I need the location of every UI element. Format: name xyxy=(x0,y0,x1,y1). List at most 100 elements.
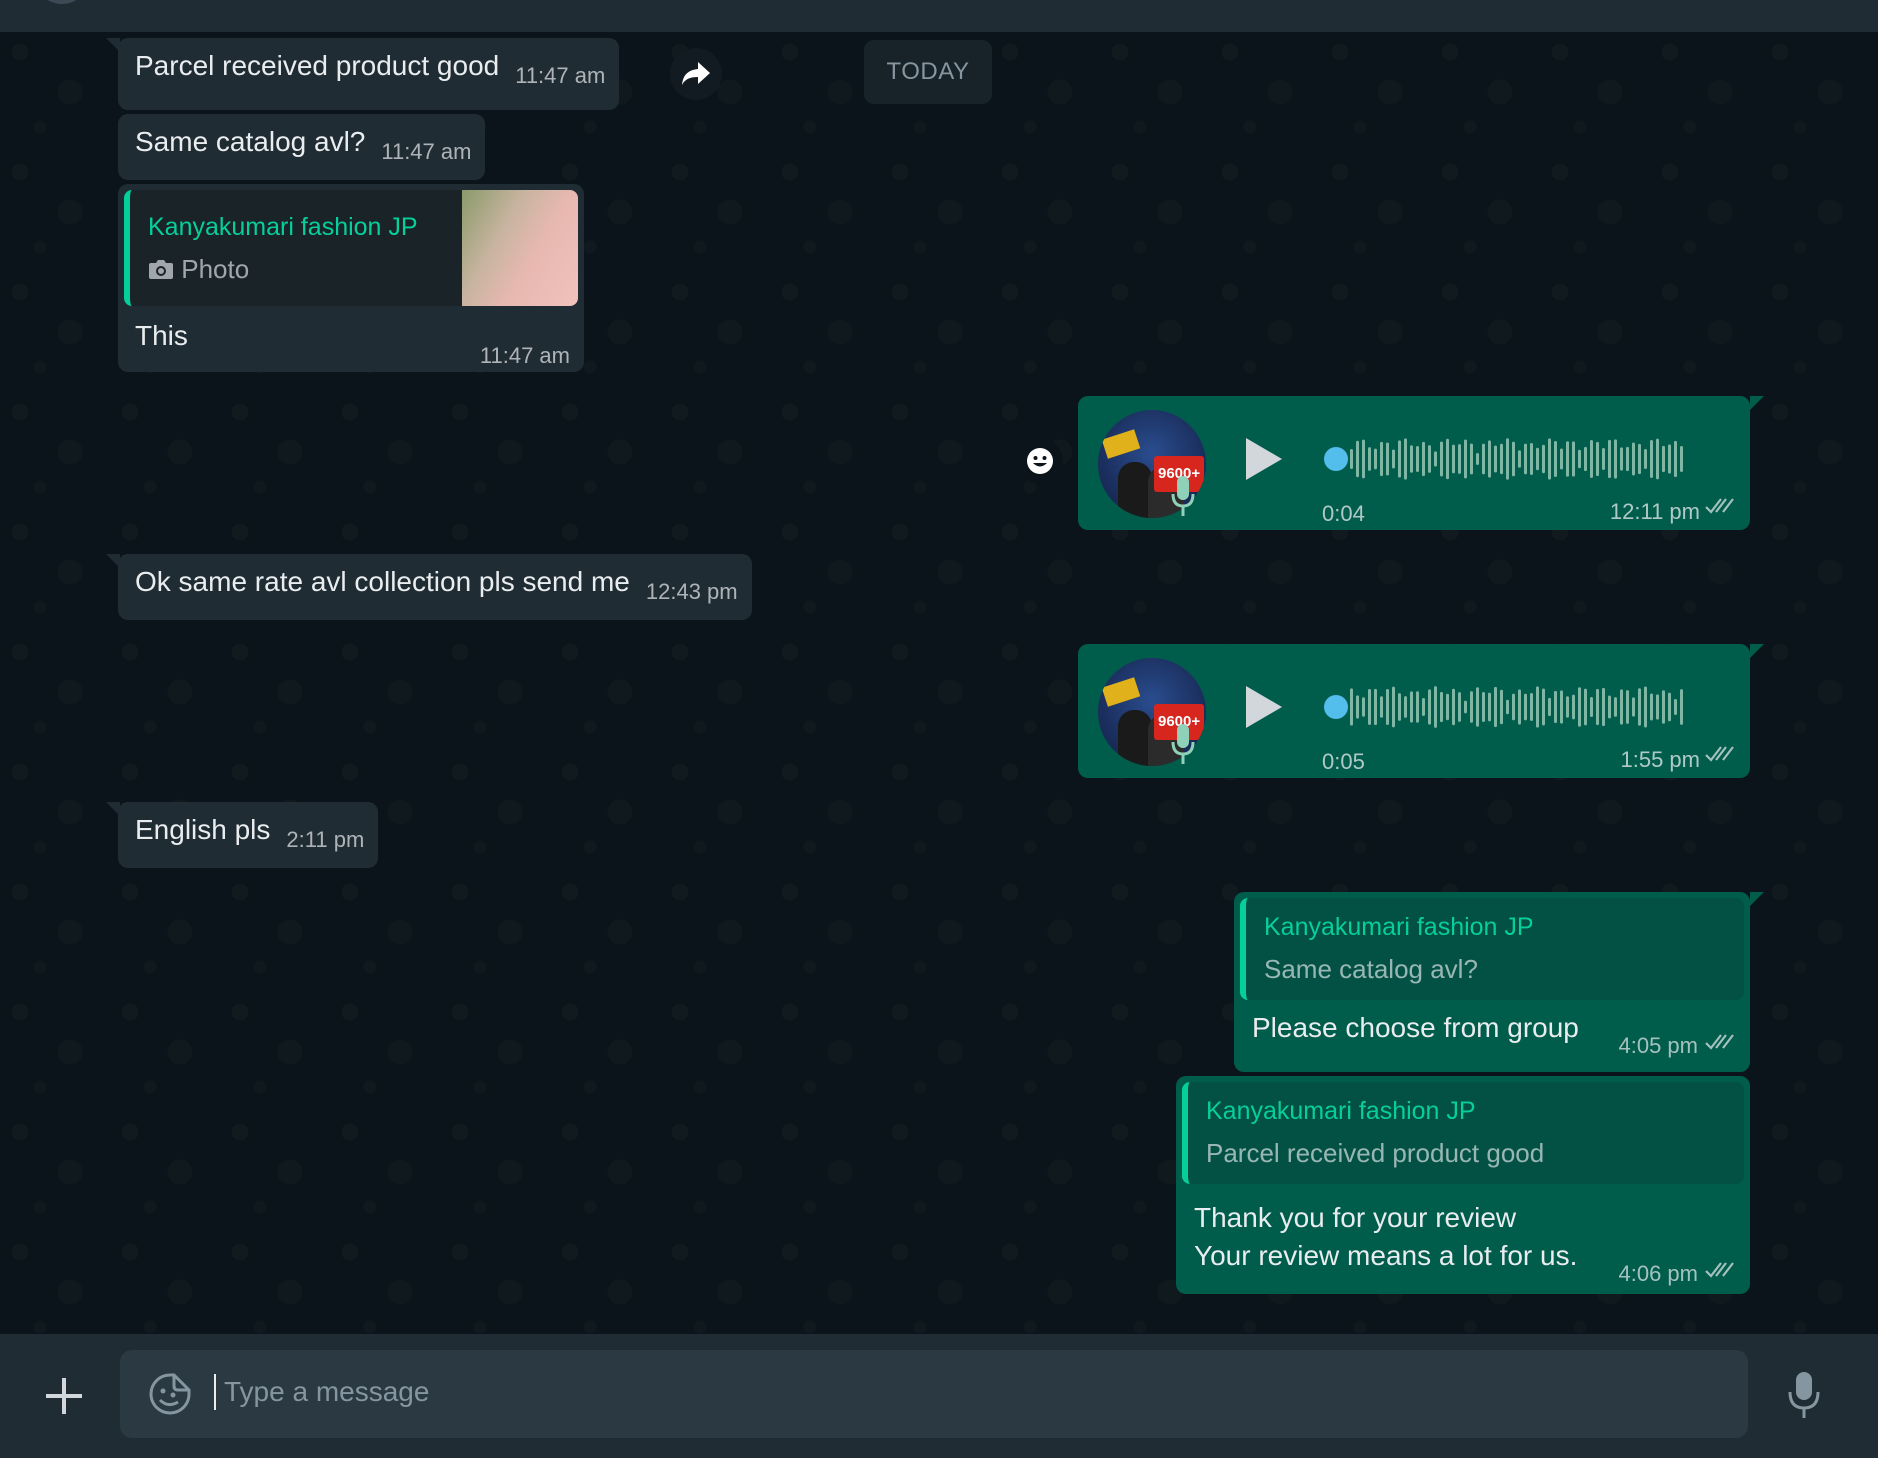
waveform-bar xyxy=(1644,448,1647,470)
waveform-bar xyxy=(1386,442,1389,476)
waveform-bar xyxy=(1668,692,1671,722)
waveform-bar xyxy=(1494,686,1497,728)
waveform-bar xyxy=(1452,444,1455,474)
waveform-bar xyxy=(1524,693,1527,721)
outgoing-reply-message[interactable]: Kanyakumari fashion JP Parcel received p… xyxy=(1176,1076,1750,1294)
waveform-bar xyxy=(1350,688,1353,726)
play-icon[interactable] xyxy=(1244,436,1284,482)
message-text: Please choose from group xyxy=(1252,1012,1579,1043)
forward-button[interactable] xyxy=(670,48,722,100)
waveform-bar xyxy=(1410,445,1413,473)
waveform-bar xyxy=(1530,442,1533,476)
message-time: 11:47 am xyxy=(479,343,570,368)
voice-duration: 0:05 xyxy=(1322,749,1365,774)
outgoing-reply-message[interactable]: Kanyakumari fashion JP Same catalog avl?… xyxy=(1234,892,1764,1072)
incoming-reply-message[interactable]: Kanyakumari fashion JP Photo This 11:47 … xyxy=(118,184,584,372)
voice-duration: 0:04 xyxy=(1322,501,1365,526)
waveform-bar xyxy=(1680,446,1683,472)
waveform-bar xyxy=(1386,688,1389,726)
waveform-bar xyxy=(1512,693,1515,721)
incoming-message[interactable]: Same catalog avl? 11:47 am xyxy=(118,114,486,180)
message-text: This xyxy=(135,320,188,351)
message-text: Same catalog avl? xyxy=(135,126,366,157)
quoted-message[interactable]: Kanyakumari fashion JP Photo xyxy=(124,190,578,306)
waveform-bar xyxy=(1398,440,1401,478)
incoming-message[interactable]: Parcel received product good 11:47 am xyxy=(105,38,620,110)
waveform-bar xyxy=(1644,686,1647,728)
waveform-bar xyxy=(1392,686,1395,728)
waveform-bar xyxy=(1674,698,1677,716)
contact-avatar[interactable] xyxy=(34,0,90,4)
waveform-bar xyxy=(1566,441,1569,477)
waveform-bar xyxy=(1602,447,1605,471)
mic-icon xyxy=(1171,476,1195,516)
chat-header xyxy=(0,0,1878,32)
waveform-bar xyxy=(1380,696,1383,718)
quoted-text: Parcel received product good xyxy=(1206,1138,1545,1168)
waveform-bar xyxy=(1578,687,1581,727)
waveform-bar xyxy=(1458,444,1461,474)
waveform-bar xyxy=(1470,691,1473,723)
quoted-sender: Kanyakumari fashion JP xyxy=(148,213,418,241)
waveform-bar xyxy=(1656,694,1659,720)
waveform-bar xyxy=(1656,438,1659,480)
message-text: Ok same rate avl collection pls send me xyxy=(135,566,630,597)
voice-waveform[interactable] xyxy=(1324,434,1704,484)
waveform-bar xyxy=(1416,691,1419,723)
waveform-bar xyxy=(1506,438,1509,480)
waveform-bar xyxy=(1356,440,1359,478)
waveform-bar xyxy=(1608,695,1611,719)
waveform-bar xyxy=(1680,689,1683,725)
double-check-icon xyxy=(1705,498,1734,514)
waveform-bar xyxy=(1470,443,1473,475)
waveform-bar xyxy=(1536,686,1539,728)
waveform-bar xyxy=(1596,441,1599,477)
message-time: 12:43 pm xyxy=(645,579,738,604)
incoming-message[interactable]: English pls 2:11 pm xyxy=(105,802,379,868)
waveform-bar xyxy=(1626,690,1629,724)
waveform-bar xyxy=(1476,687,1479,727)
emoji-reaction-button[interactable] xyxy=(1017,438,1063,484)
waveform-bar xyxy=(1650,439,1653,479)
waveform-bar xyxy=(1614,439,1617,479)
message-time: 12:11 pm xyxy=(1609,499,1700,524)
message-time: 2:11 pm xyxy=(286,827,365,852)
outgoing-voice-message[interactable]: 9600+ 0:05 1:55 pm xyxy=(1078,644,1764,778)
waveform-bar xyxy=(1476,453,1479,465)
quoted-message[interactable]: Kanyakumari fashion JP Parcel received p… xyxy=(1182,1082,1744,1184)
waveform-bar xyxy=(1428,689,1431,725)
waveform-bar xyxy=(1530,692,1533,722)
double-check-icon xyxy=(1705,746,1734,762)
waveform-bar xyxy=(1602,687,1605,727)
message-time: 4:05 pm xyxy=(1618,1033,1699,1058)
waveform-bar xyxy=(1536,447,1539,471)
waveform-bar xyxy=(1572,441,1575,477)
waveform-bar xyxy=(1572,694,1575,720)
waveform-bar xyxy=(1620,447,1623,471)
date-divider: TODAY xyxy=(864,40,992,104)
mic-icon[interactable] xyxy=(1784,1370,1824,1420)
waveform-bar xyxy=(1506,699,1509,715)
waveform-bar xyxy=(1416,445,1419,473)
waveform-bar xyxy=(1356,695,1359,719)
voice-waveform[interactable] xyxy=(1324,682,1704,732)
quoted-message[interactable]: Kanyakumari fashion JP Same catalog avl? xyxy=(1240,898,1744,1000)
plus-icon[interactable] xyxy=(44,1376,84,1416)
waveform-bar xyxy=(1524,443,1527,475)
waveform-bar xyxy=(1398,693,1401,721)
message-time: 11:47 am xyxy=(515,63,606,88)
waveform-bar xyxy=(1584,446,1587,472)
waveform-bar xyxy=(1374,448,1377,470)
waveform-bar xyxy=(1458,692,1461,722)
incoming-message[interactable]: Ok same rate avl collection pls send me 1… xyxy=(106,554,752,620)
playback-position-dot[interactable] xyxy=(1324,447,1348,471)
message-text: Parcel received product good xyxy=(135,50,500,81)
waveform-bar xyxy=(1542,688,1545,726)
quoted-text: Photo xyxy=(148,252,249,286)
waveform-bar xyxy=(1674,440,1677,478)
playback-position-dot[interactable] xyxy=(1324,695,1348,719)
outgoing-voice-message[interactable]: 9600+ 0:04 12:11 pm xyxy=(1078,396,1764,530)
waveform-bar xyxy=(1404,696,1407,718)
sticker-icon[interactable] xyxy=(148,1372,192,1416)
play-icon[interactable] xyxy=(1244,684,1284,730)
